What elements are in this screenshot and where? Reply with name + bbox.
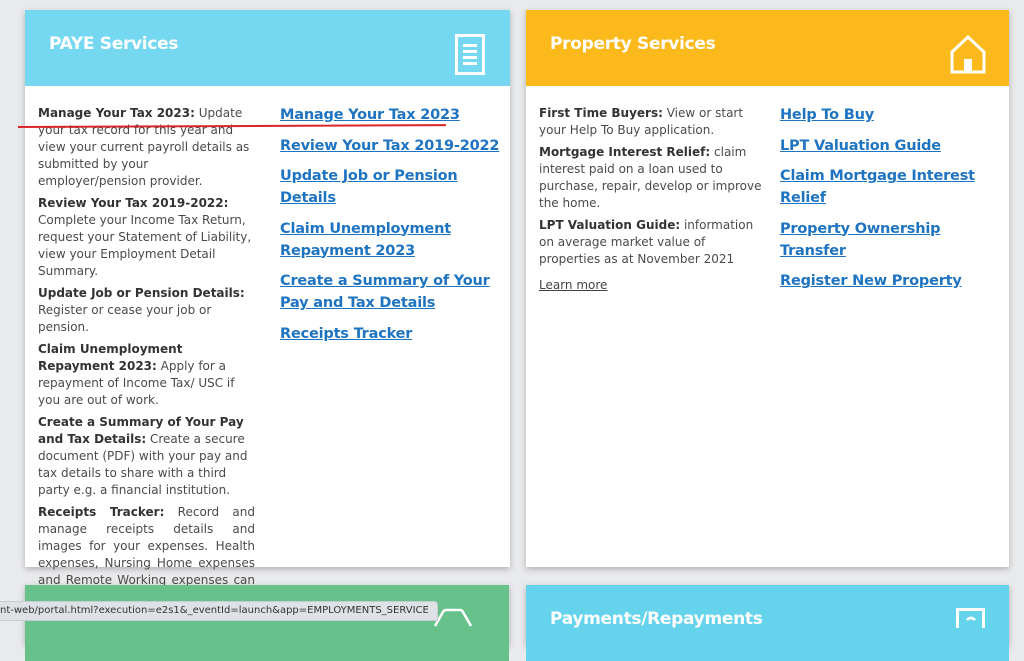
description-item: Review Your Tax 2019-2022: Complete your… [38,196,252,278]
description-item: Create a Summary of Your Pay and Tax Det… [38,415,248,497]
register-new-property-link[interactable]: Register New Property [780,270,1005,292]
property-card-header: Property Services [526,10,1009,86]
claim-mortgage-interest-relief-link[interactable]: Claim Mortgage Interest Relief [780,165,1005,209]
browser-status-url: nt-web/portal.html?execution=e2s1&_event… [0,601,438,621]
paye-services-card: PAYE Services Manage Your Tax 2023: Upda… [25,10,510,630]
payments-card-title: Payments/Repayments [550,609,763,629]
property-links: Help To Buy LPT Valuation Guide Claim Mo… [780,104,1005,301]
property-ownership-transfer-link[interactable]: Property Ownership Transfer [780,218,1005,262]
bottom-left-card-header [25,585,509,661]
property-descriptions: First Time Buyers: View or start your He… [539,105,764,294]
review-your-tax-link[interactable]: Review Your Tax 2019-2022 [280,135,502,157]
update-job-pension-link[interactable]: Update Job or Pension Details [280,165,502,209]
house-icon [950,34,986,78]
description-item: Update Job or Pension Details: Register … [38,286,245,334]
paye-descriptions: Manage Your Tax 2023: Update your tax re… [38,105,255,632]
create-summary-link[interactable]: Create a Summary of Your Pay and Tax Det… [280,270,502,314]
payments-card-header: Payments/Repayments [526,585,1009,661]
description-item: First Time Buyers: View or start your He… [539,106,744,137]
paye-card-header: PAYE Services [25,10,510,86]
description-item: Manage Your Tax 2023: Update your tax re… [38,106,250,188]
receipts-tracker-link[interactable]: Receipts Tracker [280,323,502,345]
description-item: LPT Valuation Guide: information on aver… [539,218,754,266]
paye-card-title: PAYE Services [49,34,179,54]
lpt-valuation-guide-link[interactable]: LPT Valuation Guide [780,135,1005,157]
property-card-title: Property Services [550,34,716,54]
payments-repayments-card: Payments/Repayments [526,585,1009,661]
claim-unemployment-repayment-link[interactable]: Claim Unemployment Repayment 2023 [280,218,502,262]
euro-document-icon [956,608,988,633]
description-item: Claim Unemployment Repayment 2023: Apply… [38,342,235,407]
help-to-buy-link[interactable]: Help To Buy [780,104,1005,126]
paye-links: Manage Your Tax 2023 Review Your Tax 201… [280,104,502,353]
document-list-icon [455,34,487,80]
property-learn-more-link[interactable]: Learn more [539,277,607,294]
description-item: Mortgage Interest Relief: claim interest… [539,145,762,210]
property-services-card: Property Services First Time Buyers: Vie… [526,10,1009,567]
manage-your-tax-2023-link[interactable]: Manage Your Tax 2023 [280,104,502,126]
